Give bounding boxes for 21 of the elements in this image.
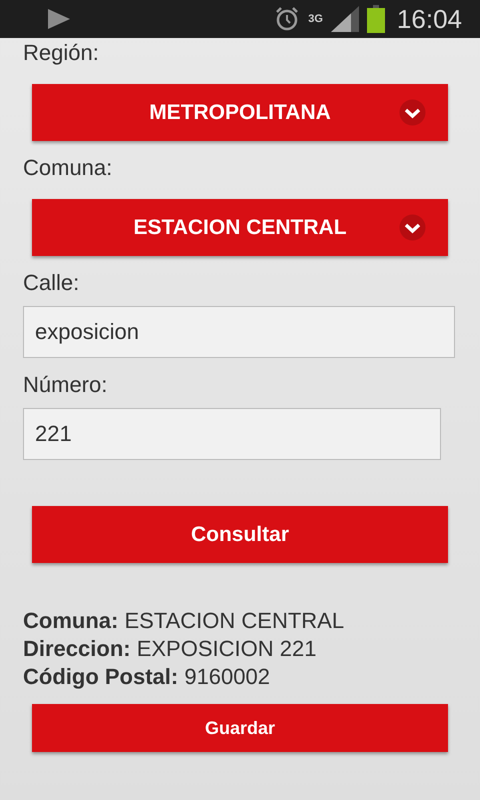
save-button[interactable]: Guardar (32, 704, 448, 752)
submit-button[interactable]: Consultar (32, 506, 448, 563)
field-label: Número: (23, 372, 108, 398)
chevron-down-icon (399, 99, 426, 126)
signal-icon (330, 6, 359, 32)
field-label: Comuna: (23, 155, 114, 181)
alarm-clock-icon (274, 6, 300, 32)
result-line: Comuna: ESTACION CENTRAL (23, 607, 346, 635)
clock-time: 16:04 (396, 4, 462, 34)
text-field[interactable]: exposicion (23, 306, 455, 358)
battery-icon (366, 5, 385, 33)
chevron-down-icon (399, 214, 426, 241)
play-icon (46, 7, 72, 31)
field-label: Región: (23, 40, 100, 66)
result-line: Direccion: EXPOSICION 221 (23, 635, 318, 663)
network-type: 3G (308, 14, 323, 24)
text-field[interactable]: 221 (23, 408, 441, 460)
dropdown[interactable]: ESTACION CENTRAL (32, 199, 448, 256)
field-label: Calle: (23, 270, 80, 296)
result-line: Código Postal: 9160002 (23, 663, 271, 691)
dropdown[interactable]: METROPOLITANA (32, 84, 448, 141)
